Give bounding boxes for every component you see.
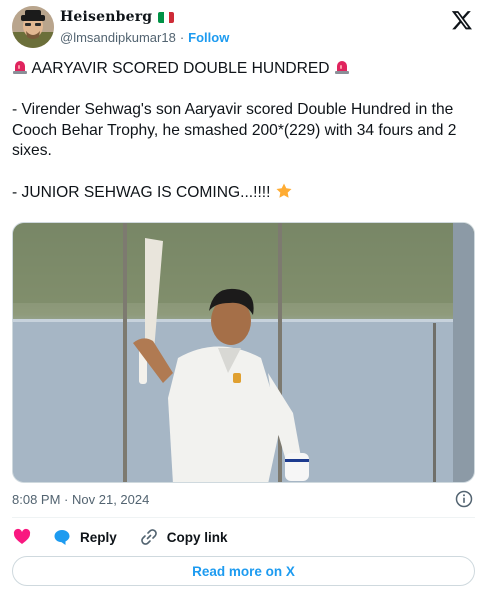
tweet-date: Nov 21, 2024 [72, 492, 150, 507]
tweet-tagline: - JUNIOR SEHWAG IS COMING...!!!! [12, 184, 271, 201]
heart-icon [13, 528, 31, 544]
tweet-header: Heisenberg @lmsandipkumar18 · Follow [12, 6, 475, 52]
reply-label: Reply [80, 529, 117, 545]
tweet-timestamp[interactable]: 8:08 PM · Nov 21, 2024 [12, 492, 149, 507]
copy-link-button[interactable]: Copy link [139, 527, 228, 547]
x-logo-icon[interactable] [451, 9, 473, 31]
police-car-light-icon [334, 61, 349, 74]
tweet-time: 8:08 PM [12, 492, 61, 507]
display-name[interactable]: Heisenberg [60, 9, 152, 25]
handle-row: @lmsandipkumar18 · Follow [60, 30, 229, 45]
divider [12, 517, 475, 518]
tweet-headline: AARYAVIR SCORED DOUBLE HUNDRED [31, 60, 330, 77]
link-icon [140, 529, 157, 545]
avatar-image [12, 6, 54, 48]
like-button[interactable] [12, 527, 32, 547]
handle[interactable]: @lmsandipkumar18 [60, 30, 176, 45]
name-row: Heisenberg [60, 9, 175, 25]
avatar[interactable] [12, 6, 54, 48]
separator: · [179, 30, 185, 45]
cricket-player-photo [13, 223, 474, 482]
tweet-body: - Virender Sehwag's son Aaryavir scored … [12, 101, 461, 159]
police-car-light-icon [13, 61, 27, 74]
separator: · [64, 492, 69, 507]
tweet-text: AARYAVIR SCORED DOUBLE HUNDRED - Virende… [12, 59, 472, 204]
copy-link-label: Copy link [166, 529, 228, 545]
follow-button[interactable]: Follow [188, 30, 229, 45]
action-bar: Reply Copy link [12, 524, 250, 550]
tweet-photo[interactable] [12, 222, 475, 483]
read-more-button[interactable]: Read more on X [12, 556, 475, 586]
italy-flag-icon [158, 11, 175, 23]
read-more-label: Read more on X [192, 563, 295, 579]
star-icon [276, 183, 292, 198]
reply-button[interactable]: Reply [52, 527, 117, 547]
info-icon[interactable] [455, 490, 473, 508]
reply-bubble-icon [54, 530, 70, 545]
